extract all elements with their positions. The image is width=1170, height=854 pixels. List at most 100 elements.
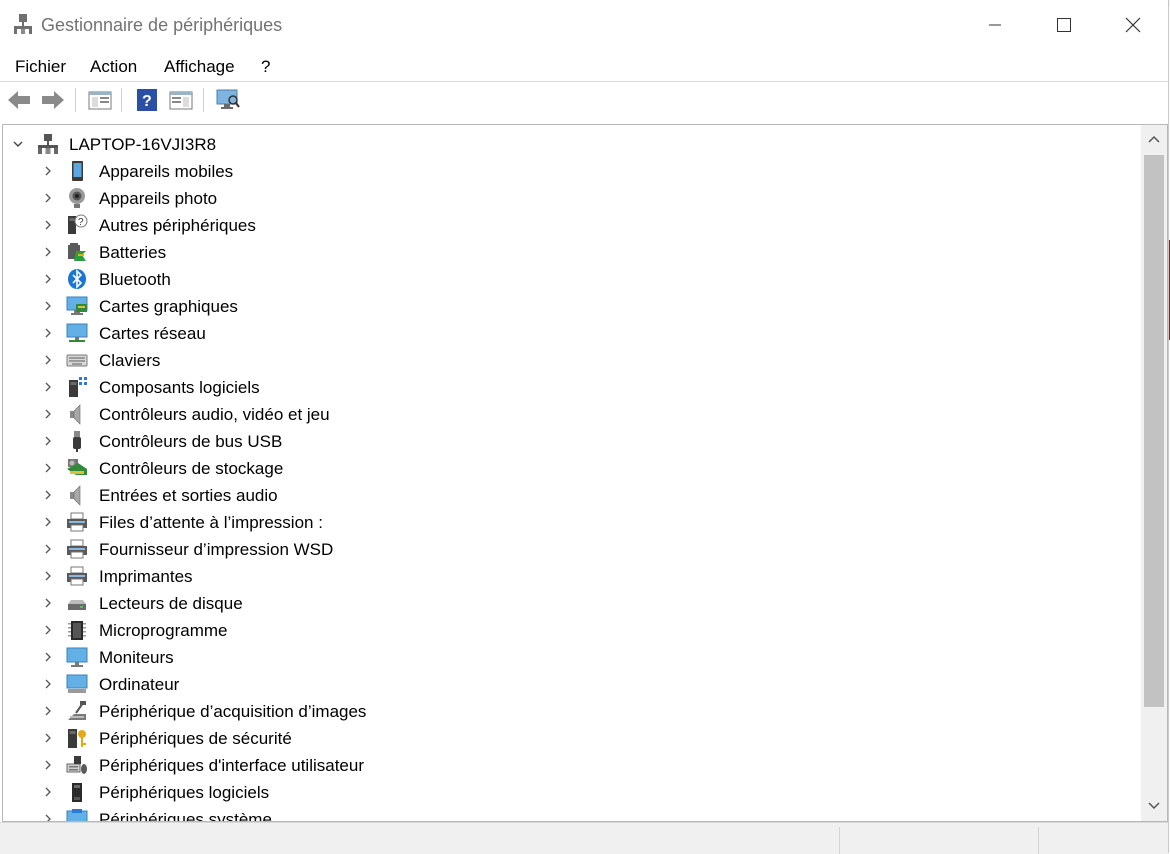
device-tree-panel: LAPTOP-16VJI3R8 Appareils mobiles Apparei… — [2, 124, 1168, 822]
window-title: Gestionnaire de périphériques — [41, 15, 283, 35]
tree-category-item[interactable]: Microprogramme — [41, 617, 541, 644]
tree-category-item[interactable]: Batteries — [41, 239, 541, 266]
tree-category-item[interactable]: Cartes réseau — [41, 320, 541, 347]
tree-category-item[interactable]: Entrées et sorties audio — [41, 482, 541, 509]
chevron-right-icon[interactable] — [41, 298, 55, 314]
tree-category-label: Entrées et sorties audio — [99, 486, 278, 505]
maximize-button[interactable] — [1029, 0, 1099, 50]
tree-category-item[interactable]: Imprimantes — [41, 563, 541, 590]
back-arrow-icon — [8, 91, 30, 109]
chevron-right-icon[interactable] — [41, 325, 55, 341]
menu-affichage[interactable]: Affichage — [164, 57, 235, 77]
tree-category-label: Composants logiciels — [99, 378, 260, 397]
chevron-right-icon[interactable] — [41, 568, 55, 584]
chevron-right-icon[interactable] — [41, 541, 55, 557]
usb-icon — [66, 430, 88, 452]
properties-button[interactable] — [168, 88, 194, 112]
tree-category-label: Cartes réseau — [99, 324, 206, 343]
bluetooth-icon — [66, 268, 88, 290]
chevron-right-icon[interactable] — [41, 757, 55, 773]
tree-category-item[interactable]: Appareils mobiles — [41, 158, 541, 185]
tree-category-label: Bluetooth — [99, 270, 171, 289]
vertical-scrollbar[interactable] — [1141, 125, 1167, 821]
properties-icon — [169, 91, 193, 110]
chevron-right-icon[interactable] — [41, 703, 55, 719]
chevron-right-icon[interactable] — [41, 811, 55, 821]
close-button[interactable] — [1098, 0, 1168, 50]
chevron-right-icon[interactable] — [41, 217, 55, 233]
chevron-right-icon[interactable] — [41, 487, 55, 503]
tree-category-item[interactable]: Contrôleurs de stockage — [41, 455, 541, 482]
chevron-right-icon[interactable] — [41, 163, 55, 179]
tree-category-item[interactable]: Périphérique d’acquisition d’images — [41, 698, 541, 725]
firmware-chip-icon — [66, 619, 88, 641]
chevron-right-icon[interactable] — [41, 622, 55, 638]
close-icon — [1125, 17, 1141, 33]
tree-category-item[interactable]: Contrôleurs audio, vidéo et jeu — [41, 401, 541, 428]
tree-category-label: Cartes graphiques — [99, 297, 238, 316]
menu-fichier[interactable]: Fichier — [15, 57, 66, 77]
tree-category-item[interactable]: Contrôleurs de bus USB — [41, 428, 541, 455]
menu-action[interactable]: Action — [90, 57, 137, 77]
tree-category-item[interactable]: Fournisseur d’impression WSD — [41, 536, 541, 563]
chevron-right-icon[interactable] — [41, 433, 55, 449]
scroll-up-button[interactable] — [1141, 125, 1167, 155]
software-component-icon — [66, 376, 88, 398]
chevron-right-icon[interactable] — [41, 190, 55, 206]
toolbar: ? — [0, 81, 1168, 118]
tree-category-item[interactable]: Périphériques logiciels — [41, 779, 541, 806]
chevron-right-icon[interactable] — [41, 244, 55, 260]
tree-category-item[interactable]: Périphériques de sécurité — [41, 725, 541, 752]
chevron-right-icon[interactable] — [41, 676, 55, 692]
monitor-icon — [66, 646, 88, 668]
tree-category-item[interactable]: Ordinateur — [41, 671, 541, 698]
tree-category-item[interactable]: Appareils photo — [41, 185, 541, 212]
tree-category-item[interactable]: Bluetooth — [41, 266, 541, 293]
back-button[interactable] — [6, 88, 32, 112]
console-tree-icon — [88, 91, 112, 110]
chevron-right-icon[interactable] — [41, 514, 55, 530]
menu-help[interactable]: ? — [261, 57, 270, 77]
chevron-right-icon[interactable] — [41, 595, 55, 611]
svg-text:?: ? — [142, 93, 152, 110]
svg-text:?: ? — [78, 217, 84, 228]
tree-root[interactable]: LAPTOP-16VJI3R8 — [11, 131, 411, 158]
tree-category-item[interactable]: Lecteurs de disque — [41, 590, 541, 617]
scroll-down-button[interactable] — [1141, 791, 1167, 821]
toolbar-separator — [121, 88, 122, 112]
tree-category-item[interactable]: ? Autres périphériques — [41, 212, 541, 239]
tree-category-label: Périphériques système — [99, 810, 272, 822]
chevron-right-icon[interactable] — [41, 352, 55, 368]
chevron-down-icon[interactable] — [11, 136, 25, 152]
speaker-icon — [66, 484, 88, 506]
tree-category-item[interactable]: Composants logiciels — [41, 374, 541, 401]
forward-button[interactable] — [40, 88, 66, 112]
forward-arrow-icon — [42, 91, 64, 109]
chevron-right-icon[interactable] — [41, 784, 55, 800]
chevron-right-icon[interactable] — [41, 379, 55, 395]
scan-monitor-icon — [216, 89, 240, 109]
tree-category-item[interactable]: Cartes graphiques — [41, 293, 541, 320]
device-manager-window: Gestionnaire de périphériques Fichier Ac… — [0, 0, 1169, 854]
tree-category-item[interactable]: Périphériques système — [41, 806, 541, 822]
chevron-right-icon[interactable] — [41, 730, 55, 746]
tree-category-item[interactable]: Claviers — [41, 347, 541, 374]
tree-category-item[interactable]: Moniteurs — [41, 644, 541, 671]
chevron-right-icon[interactable] — [41, 406, 55, 422]
tree-category-label: Périphériques de sécurité — [99, 729, 292, 748]
show-hide-console-tree-button[interactable] — [87, 88, 113, 112]
tree-category-item[interactable]: Périphériques d'interface utilisateur — [41, 752, 541, 779]
minimize-button[interactable] — [960, 0, 1030, 50]
tree-category-label: Fournisseur d’impression WSD — [99, 540, 334, 559]
chevron-right-icon[interactable] — [41, 649, 55, 665]
scroll-thumb[interactable] — [1144, 155, 1164, 707]
help-button[interactable]: ? — [134, 88, 160, 112]
title-bar: Gestionnaire de périphériques — [0, 0, 1168, 50]
chevron-right-icon[interactable] — [41, 271, 55, 287]
tree-category-label: Autres périphériques — [99, 216, 256, 235]
scan-hardware-button[interactable] — [215, 88, 241, 112]
chevron-right-icon[interactable] — [41, 460, 55, 476]
system-device-icon — [66, 808, 88, 821]
tree-category-label: Moniteurs — [99, 648, 174, 667]
tree-category-item[interactable]: Files d’attente à l’impression : — [41, 509, 541, 536]
